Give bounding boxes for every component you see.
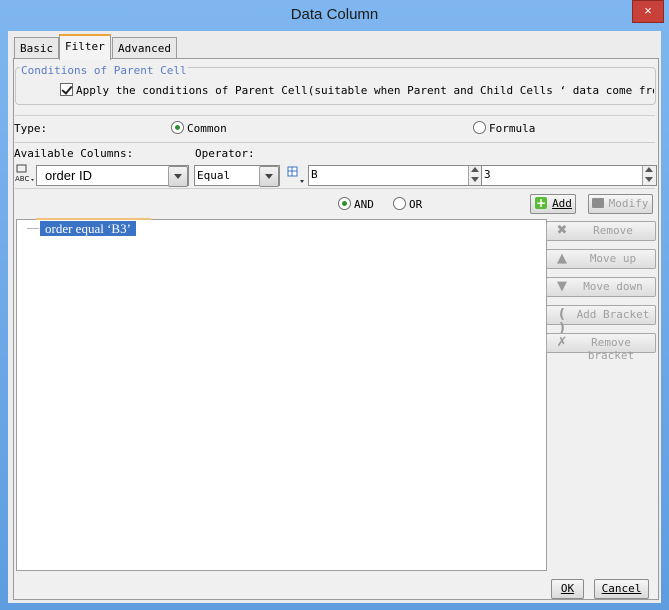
type-common-label: Common [187,122,227,135]
type-label: Type: [14,122,48,135]
add-bracket-button[interactable]: ( ) Add Bracket [546,305,656,336]
move-down-button[interactable]: ▼ Move down [546,277,656,297]
value1-text: B [311,168,318,181]
apply-parent-conditions-checkbox[interactable] [60,83,73,96]
operator-select[interactable]: Equal [194,165,280,187]
move-up-button[interactable]: ▲ Move up [546,249,656,269]
cancel-button-label: Cancel [601,582,642,595]
close-button[interactable]: × [632,0,664,23]
remove-icon: ✖ [556,223,568,238]
conditions-tree[interactable] [16,219,547,571]
dialog-window: Data Column × Basic Filter Advanced Cond… [0,0,669,610]
value1-arrows[interactable] [468,166,482,185]
svg-text:ABC: ABC [15,175,29,183]
remove-button[interactable]: ✖ Remove [546,221,656,241]
modify-button[interactable]: Modify [588,194,653,214]
bracket-icon: ( ) [559,307,565,336]
divider [15,142,655,143]
logic-and-radio[interactable] [338,197,351,210]
remove-bracket-button-label: Remove bracket [587,336,635,362]
tree-connector [27,228,39,229]
move-down-button-label: Move down [583,280,643,293]
type-common-radio[interactable] [171,121,184,134]
ok-button-label: OK [560,582,575,595]
ok-button[interactable]: OK [551,579,584,599]
logic-or-radio[interactable] [393,197,406,210]
operator-value: Equal [197,169,231,182]
tree-focus-line [36,218,151,220]
parent-cell-group-title: Conditions of Parent Cell [20,64,188,77]
chevron-down-icon[interactable] [259,166,279,187]
chevron-down-icon[interactable] [168,166,188,187]
operator-label: Operator: [195,147,255,160]
apply-parent-conditions-label: Apply the conditions of Parent Cell(suit… [76,84,654,97]
tab-advanced[interactable]: Advanced [112,37,177,58]
arrow-down-icon: ▼ [557,279,567,294]
title-bar[interactable]: Data Column × [0,0,669,30]
tab-filter[interactable]: Filter [59,34,111,60]
modify-icon [592,198,604,208]
type-formula-label: Formula [489,122,536,135]
type-formula-radio[interactable] [473,121,486,134]
condition-item[interactable]: order equal ‘B3’ [40,221,136,236]
logic-and-label: AND [354,198,374,211]
plus-icon: + [535,196,547,210]
divider [15,115,655,116]
add-bracket-button-label: Add Bracket [576,308,650,321]
add-button-label: Add [552,197,572,210]
modify-button-label: Modify [608,197,649,210]
value-type-icon[interactable] [286,165,306,185]
available-columns-label: Available Columns: [14,147,134,160]
remove-bracket-button[interactable]: ✗ Remove bracket [546,333,656,362]
column-type-icon[interactable]: ABC [14,164,34,184]
divider [15,188,655,189]
logic-or-label: OR [409,198,423,211]
arrow-up-icon: ▲ [557,251,567,266]
available-columns-value: order ID [45,168,92,183]
tab-basic[interactable]: Basic [14,37,60,58]
add-button[interactable]: + Add [530,194,576,214]
available-columns-select[interactable]: order ID [36,165,189,187]
value2-arrows[interactable] [642,166,656,185]
value1-spinner[interactable]: B [308,165,483,186]
value2-text: 3 [484,168,491,181]
cancel-button[interactable]: Cancel [594,579,649,599]
move-up-button-label: Move up [589,252,637,265]
dialog-title: Data Column [290,6,379,23]
remove-button-label: Remove [593,224,633,237]
value2-spinner[interactable]: 3 [481,165,657,186]
